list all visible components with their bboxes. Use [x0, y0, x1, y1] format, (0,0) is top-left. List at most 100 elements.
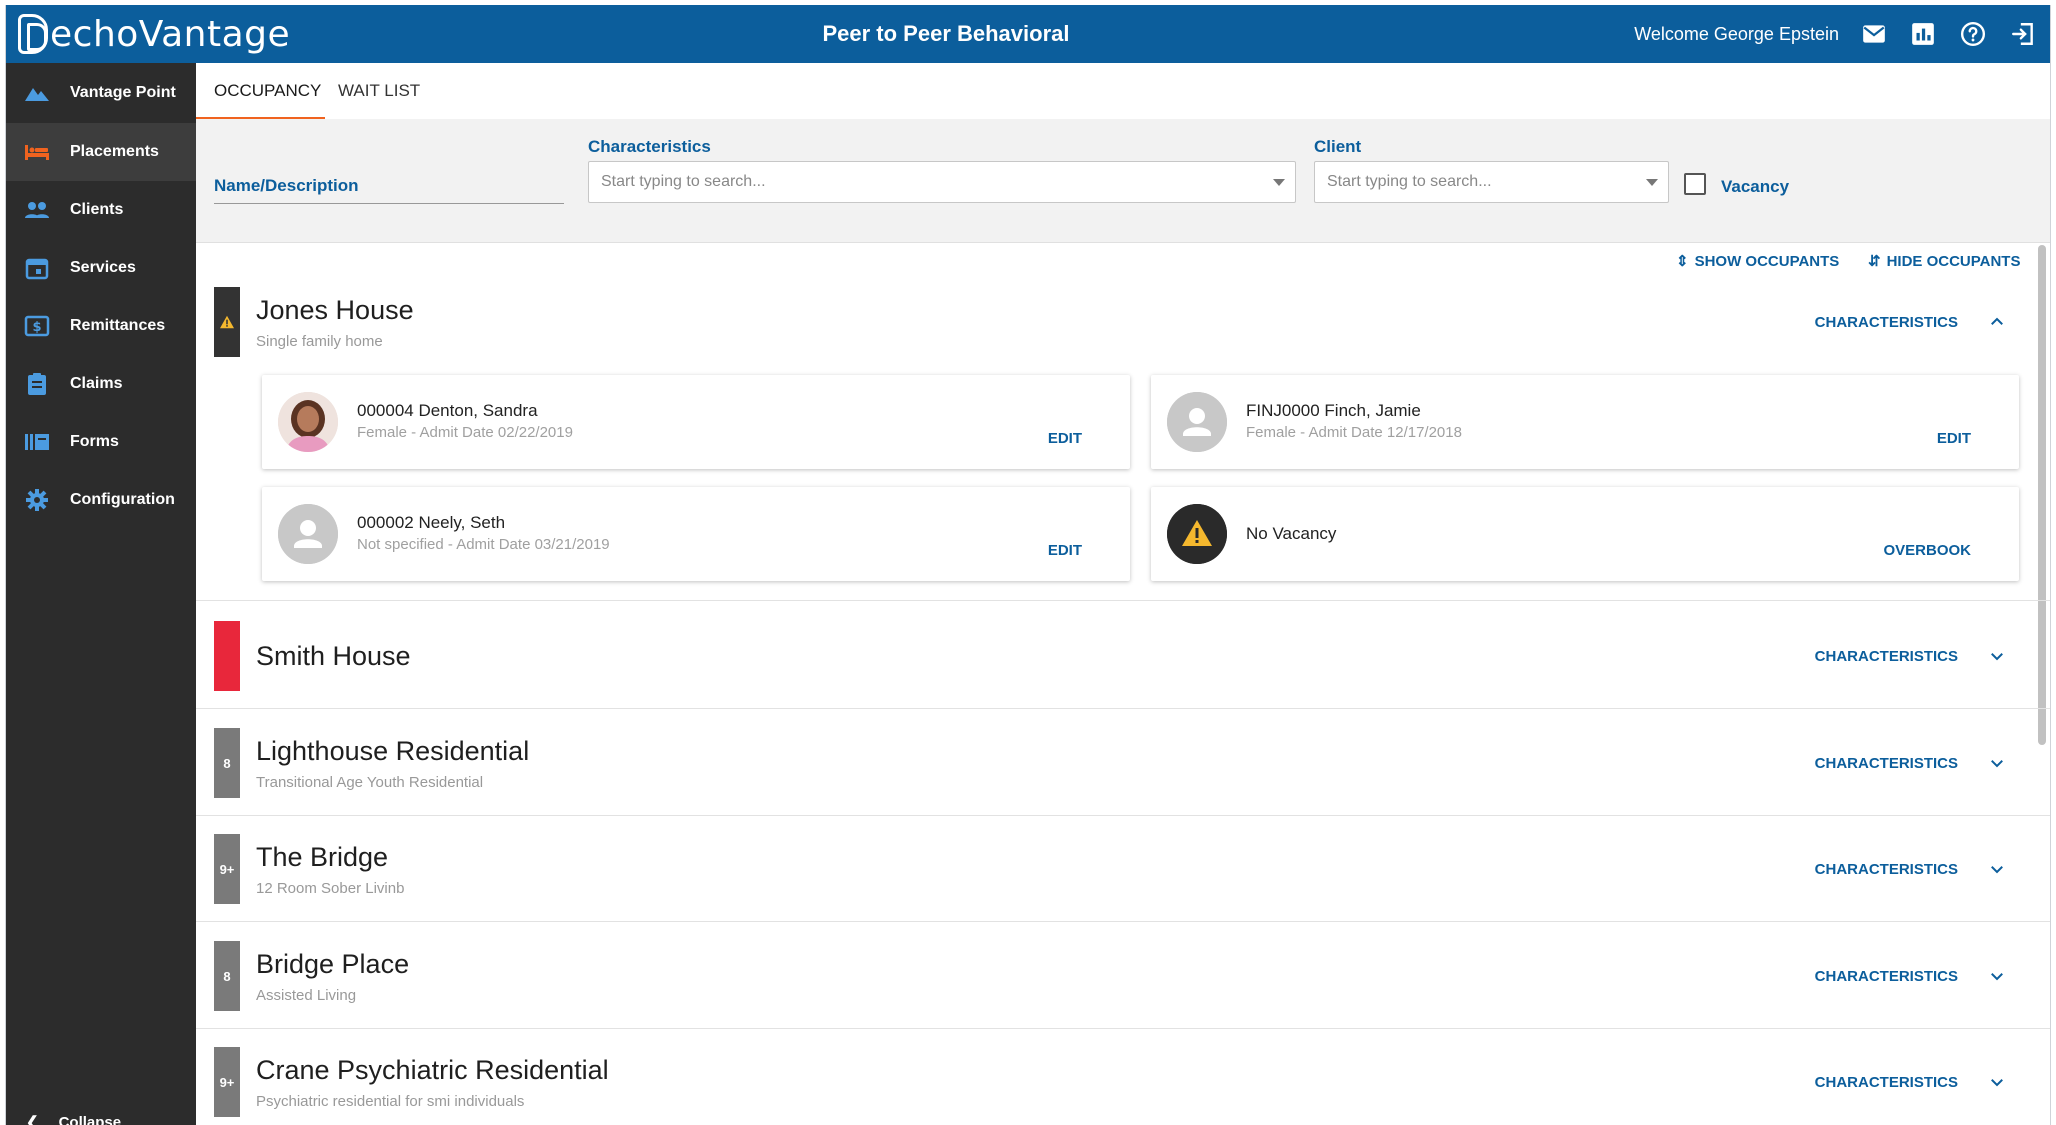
characteristics-button[interactable]: CHARACTERISTICS: [1815, 647, 2006, 665]
sidebar-item-label: Forms: [70, 433, 119, 450]
chevron-down-icon[interactable]: [1988, 967, 2006, 985]
chevron-down-icon[interactable]: [1988, 1073, 2006, 1091]
logout-icon[interactable]: [2010, 21, 2036, 47]
house-description: Psychiatric residential for smi individu…: [256, 1093, 525, 1110]
house-status-flag: [214, 287, 240, 357]
row-divider: [196, 921, 2050, 922]
sidebar-item-configuration[interactable]: Configuration: [6, 471, 196, 529]
name-description-field[interactable]: Name/Description: [214, 176, 359, 196]
characteristics-button[interactable]: CHARACTERISTICS: [1815, 754, 2006, 772]
house-status-flag: 9+: [214, 1047, 240, 1117]
characteristics-label: CHARACTERISTICS: [1814, 860, 1958, 878]
house-name[interactable]: The Bridge: [256, 842, 388, 873]
house-name[interactable]: Crane Psychiatric Residential: [256, 1055, 609, 1086]
characteristics-label: CHARACTERISTICS: [1814, 313, 1958, 331]
occupant-name: FINJ0000 Finch, Jamie: [1246, 401, 1421, 420]
dollar-icon: $: [23, 314, 51, 338]
people-icon: [23, 198, 51, 222]
row-divider: [196, 708, 2050, 709]
show-occupants-label: SHOW OCCUPANTS: [1694, 252, 1840, 270]
collapse-label: Collapse: [58, 1113, 122, 1125]
house-description: Transitional Age Youth Residential: [256, 774, 484, 791]
client-combobox[interactable]: [1314, 161, 1669, 203]
house-name[interactable]: Jones House: [256, 295, 414, 326]
tab-wait-list[interactable]: WAIT LIST: [338, 63, 420, 119]
report-icon[interactable]: [1910, 21, 1936, 47]
sidebar-item-label: Placements: [70, 143, 159, 160]
chevron-down-icon[interactable]: [1988, 754, 2006, 772]
forms-icon: [23, 430, 51, 454]
sidebar-item-label: Remittances: [70, 317, 166, 334]
characteristics-input[interactable]: [601, 162, 1202, 202]
sidebar-item-remittances[interactable]: $ Remittances: [6, 297, 196, 355]
edit-button[interactable]: EDIT: [1937, 430, 1971, 447]
tab-occupancy[interactable]: OCCUPANCY: [214, 63, 321, 119]
house-status-flag: 8: [214, 728, 240, 798]
characteristics-label: CHARACTERISTICS: [1814, 754, 1958, 772]
no-vacancy-card: No Vacancy OVERBOOK: [1151, 487, 2019, 581]
hide-occupants-button[interactable]: ⇵ HIDE OCCUPANTS: [1868, 243, 2020, 279]
app-window: echoVantage Peer to Peer Behavioral Welc…: [5, 5, 2051, 1125]
characteristics-label: CHARACTERISTICS: [1814, 967, 1958, 985]
house-name[interactable]: Lighthouse Residential: [256, 736, 529, 767]
house-status-flag: 8: [214, 941, 240, 1011]
occupant-card[interactable]: 000002 Neely, Seth Not specified - Admit…: [262, 487, 1130, 581]
house-name[interactable]: Smith House: [256, 641, 411, 672]
sidebar-item-label: Vantage Point: [70, 84, 176, 101]
warning-icon: [220, 315, 234, 329]
chevron-down-icon[interactable]: [1988, 647, 2006, 665]
show-occupants-button[interactable]: ⇕ SHOW OCCUPANTS: [1676, 243, 1839, 279]
house-name[interactable]: Bridge Place: [256, 949, 409, 980]
client-input[interactable]: [1327, 162, 1628, 202]
avatar-placeholder-icon: [278, 504, 338, 564]
hide-occupants-label: HIDE OCCUPANTS: [1886, 252, 2021, 270]
top-bar: echoVantage Peer to Peer Behavioral Welc…: [6, 5, 2050, 63]
edit-button[interactable]: EDIT: [1048, 542, 1082, 559]
mail-icon[interactable]: [1861, 21, 1887, 47]
scrollbar[interactable]: [2036, 245, 2048, 1125]
scrollbar-thumb[interactable]: [2038, 245, 2046, 745]
chevron-up-icon[interactable]: [1988, 313, 2006, 331]
chevron-down-icon[interactable]: [1988, 860, 2006, 878]
svg-text:$: $: [32, 320, 41, 335]
characteristics-button[interactable]: CHARACTERISTICS: [1815, 967, 2006, 985]
house-row: Smith House CHARACTERISTICS: [196, 621, 2026, 691]
sidebar-item-label: Claims: [70, 375, 123, 392]
bed-icon: [23, 140, 51, 164]
warning-icon: [1167, 504, 1227, 564]
main-content: OCCUPANCY WAIT LIST Name/Description Cha…: [196, 63, 2050, 1125]
overbook-button[interactable]: OVERBOOK: [1883, 542, 1971, 559]
occupant-details: Female - Admit Date 02/22/2019: [357, 424, 573, 441]
characteristics-button[interactable]: CHARACTERISTICS: [1815, 1073, 2006, 1091]
characteristics-combobox[interactable]: [588, 161, 1296, 203]
sidebar-item-placements[interactable]: Placements: [6, 123, 196, 181]
house-row: 9+ Crane Psychiatric Residential Psychia…: [196, 1047, 2026, 1117]
dropdown-arrow-icon[interactable]: [1273, 179, 1285, 186]
occupant-card[interactable]: FINJ0000 Finch, Jamie Female - Admit Dat…: [1151, 375, 2019, 469]
house-description: Single family home: [256, 333, 383, 350]
help-icon[interactable]: [1960, 21, 1986, 47]
sidebar-item-vantage-point[interactable]: Vantage Point: [6, 64, 196, 122]
characteristics-label: Characteristics: [588, 137, 711, 156]
house-row: 9+ The Bridge 12 Room Sober Livinb CHARA…: [196, 834, 2026, 904]
row-divider: [196, 1028, 2050, 1029]
occupant-details: Female - Admit Date 12/17/2018: [1246, 424, 1462, 441]
characteristics-button[interactable]: CHARACTERISTICS: [1815, 860, 2006, 878]
calendar-icon: [23, 256, 51, 280]
gear-icon: [23, 488, 51, 512]
edit-button[interactable]: EDIT: [1048, 430, 1082, 447]
welcome-text: Welcome George Epstein: [1634, 24, 1839, 44]
collapse-button[interactable]: ❮ Collapse: [26, 1113, 121, 1125]
characteristics-button[interactable]: CHARACTERISTICS: [1815, 313, 2006, 331]
sidebar-item-claims[interactable]: Claims: [6, 355, 196, 413]
tab-bar: OCCUPANCY WAIT LIST: [196, 63, 2050, 120]
sidebar-item-clients[interactable]: Clients: [6, 181, 196, 239]
occupant-card[interactable]: 000004 Denton, Sandra Female - Admit Dat…: [262, 375, 1130, 469]
dropdown-arrow-icon[interactable]: [1646, 179, 1658, 186]
sidebar-item-services[interactable]: Services: [6, 239, 196, 297]
occupant-name: 000004 Denton, Sandra: [357, 401, 538, 420]
name-description-underline: [214, 203, 564, 204]
sidebar: Vantage Point Placements Clients Service…: [6, 63, 196, 1125]
sidebar-item-forms[interactable]: Forms: [6, 413, 196, 471]
vacancy-checkbox[interactable]: [1684, 173, 1706, 195]
